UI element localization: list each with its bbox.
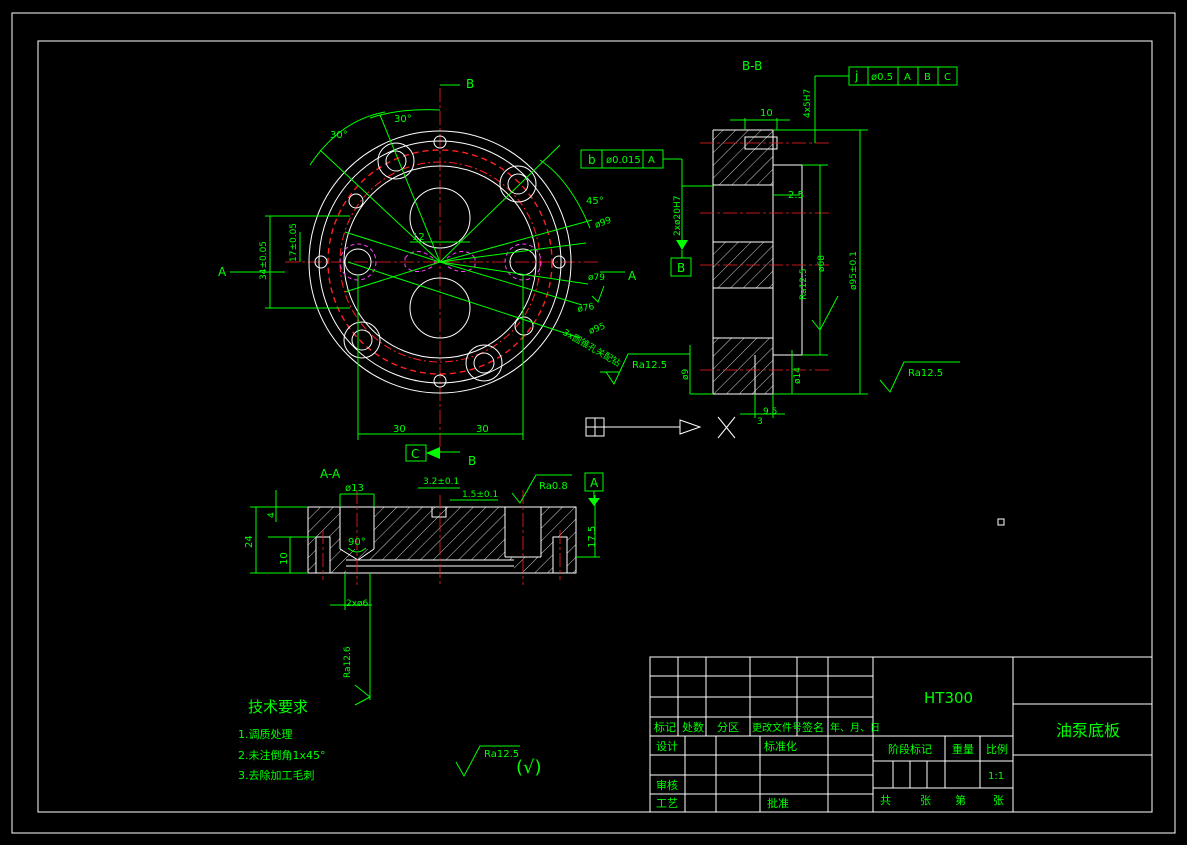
angle-45: 45° (586, 196, 604, 207)
tech-req-item-2: 2.未注倒角1x45° (238, 748, 326, 762)
label-design: 设计 (656, 740, 678, 753)
dim-2x20h7: 2xø20H7 (673, 195, 683, 236)
tol-j-ref2: B (924, 72, 931, 83)
dim-17-5: 17.5 (587, 526, 598, 548)
tol-j-value: ø0.5 (871, 72, 893, 83)
dia-68: ø68 (817, 255, 827, 272)
header-zone: 分区 (717, 721, 739, 734)
dim-17: 17±0.05 (289, 223, 299, 262)
scale-value: 1:1 (988, 771, 1004, 782)
section-view: A-A (250, 467, 604, 706)
label-scale: 比例 (986, 742, 1008, 756)
dim-2x6: 2xø6 (346, 599, 369, 609)
ra-top: Ra0.8 (539, 481, 568, 492)
label-sheets: 张 (920, 794, 931, 807)
label-total: 共 (880, 794, 891, 807)
tol-j-symbol: j (854, 69, 858, 83)
tol-j-ref1: A (904, 72, 911, 83)
angle-30-left: 30° (330, 130, 348, 141)
front-view (230, 84, 690, 462)
dim-3-2: 3.2±0.1 (423, 477, 459, 487)
dia-76: ø76 (577, 302, 596, 315)
label-sheet-unit: 张 (993, 794, 1004, 807)
outer-border (11, 12, 1176, 834)
label-weight: 重量 (952, 742, 974, 756)
cursor-marker (997, 518, 1005, 526)
label-sheet-no: 第 (955, 793, 966, 807)
dim-30-right: 30 (476, 424, 489, 435)
angle-90: 90° (348, 537, 366, 548)
drawing-sheet: B B A A 30° 30° 45° 17±0.05 34±0.05 12 ø… (11, 12, 1176, 834)
tol-b-ref: A (648, 155, 655, 166)
label-review: 审核 (656, 778, 678, 792)
label-approve: 批准 (767, 796, 789, 810)
dim-3: 3 (757, 417, 763, 427)
ra-front: Ra12.5 (632, 360, 667, 371)
header-signature: 签名 (802, 720, 824, 734)
tech-req-item-3: 3.去除加工毛刺 (238, 768, 315, 782)
dia-9: ø9 (681, 368, 691, 380)
angle-30-top: 30° (394, 114, 412, 125)
dia-13: ø13 (345, 483, 364, 494)
tol-b-symbol: b (588, 153, 596, 167)
dim-4: 4 (267, 512, 277, 518)
datum-b-label: B (677, 261, 685, 275)
dim-30-left: 30 (393, 424, 406, 435)
ra-bottom: Ra12.6 (343, 646, 353, 678)
header-date: 年、月、日 (830, 721, 880, 734)
datum-a-label: A (590, 476, 599, 490)
tol-b-value: ø0.015 (606, 155, 641, 166)
datum-c-label: C (411, 447, 419, 461)
tol-j-ref3: C (944, 72, 951, 83)
label-stage-mark: 阶段标记 (888, 742, 932, 756)
section-label-a-right: A (628, 269, 637, 283)
label-process: 工艺 (656, 797, 678, 810)
dim-9-5: 9.5 (763, 407, 777, 417)
header-mark: 标记 (654, 720, 676, 734)
tech-req-heading: 技术要求 (248, 698, 308, 716)
dim-2-5: 2.5 (788, 190, 804, 201)
dim-24: 24 (244, 535, 255, 548)
general-roughness-paren: (√) (516, 757, 542, 778)
section-title-bb: B-B (742, 59, 762, 73)
dim-34: 34±0.05 (259, 241, 269, 280)
dia-79: ø79 (588, 273, 605, 283)
ra-side-right: Ra12.5 (908, 368, 943, 379)
dim-1-5: 1.5±0.1 (462, 490, 498, 500)
header-count: 处数 (682, 721, 704, 734)
dim-12: 12 (412, 232, 425, 243)
dim-4x5h7: 4x5H7 (803, 89, 813, 118)
section-label-b-bottom: B (468, 454, 476, 468)
section-title-aa: A-A (320, 467, 341, 481)
dim-10-side: 10 (760, 108, 773, 119)
ra-side-mid: Ra12.5 (799, 268, 809, 300)
dia-95: ø95 (588, 322, 607, 337)
section-label-b-top: B (466, 77, 474, 91)
dim-10-section: 10 (279, 552, 290, 565)
section-label-a-left: A (218, 265, 227, 279)
material-text: HT300 (924, 689, 973, 707)
dia-95-tol: ø95±0.1 (849, 251, 859, 290)
tech-req-item-1: 1.调质处理 (238, 728, 293, 741)
dia-14: ø14 (793, 367, 803, 384)
part-name: 油泵底板 (1056, 721, 1120, 740)
label-standardize: 标准化 (764, 739, 797, 753)
header-change-doc: 更改文件号 (752, 721, 802, 734)
general-roughness-value: Ra12.5 (484, 749, 519, 760)
dia-99: ø99 (594, 216, 614, 231)
